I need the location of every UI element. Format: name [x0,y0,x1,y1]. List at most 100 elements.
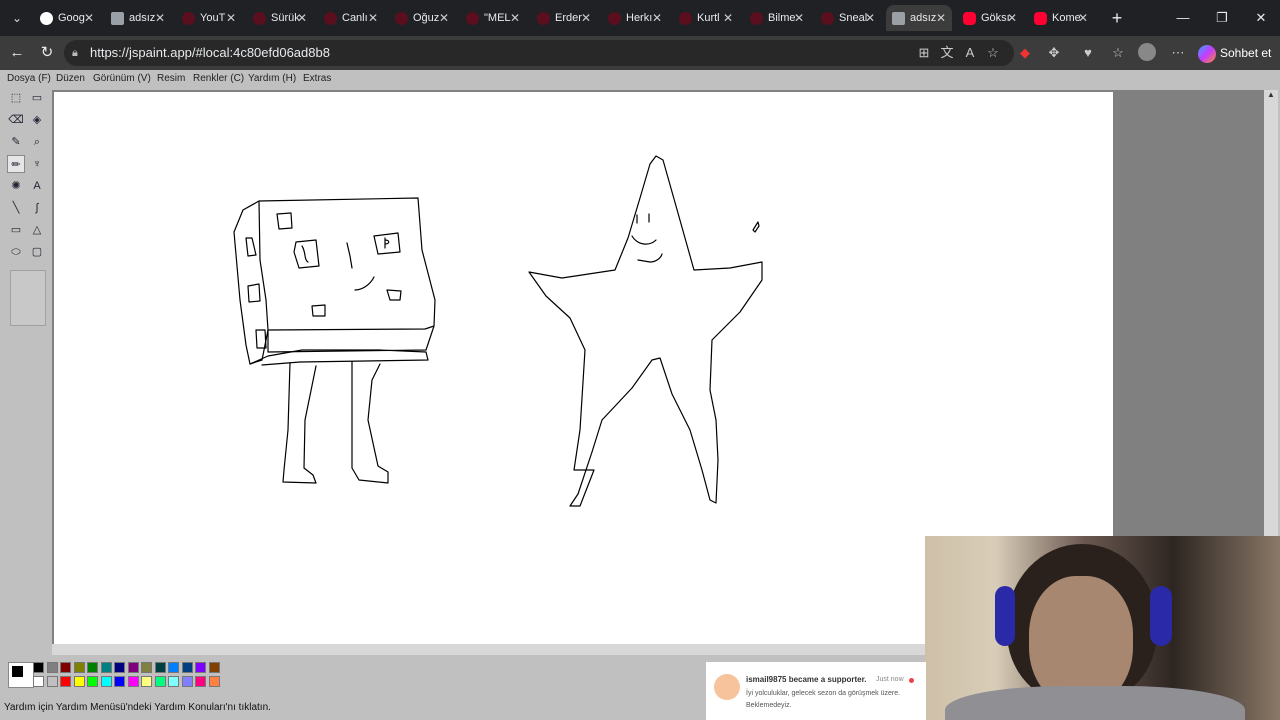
color-swatch[interactable] [33,676,44,687]
browser-tab[interactable]: YouT ✕ [176,5,242,31]
rectangle-icon[interactable]: ▭ [7,221,25,239]
foreground-color[interactable] [12,666,23,677]
color-swatch[interactable] [141,676,152,687]
menu-extras[interactable]: Extras [303,73,331,84]
tab-search-chevron-icon[interactable]: ⌄ [6,8,28,28]
color-swatch[interactable] [87,662,98,673]
color-swatch[interactable] [114,676,125,687]
color-swatch[interactable] [127,662,139,673]
color-swatch[interactable] [114,662,125,673]
extensions-puzzle-icon[interactable]: ✥ [1044,43,1064,63]
text-icon[interactable]: A [28,177,46,195]
close-window-button[interactable]: ✕ [1249,8,1273,28]
color-swatch[interactable] [73,676,85,687]
color-swatch[interactable] [100,662,112,673]
color-swatch[interactable] [181,662,193,673]
new-tab-button[interactable]: + [1107,8,1127,28]
free-form-select-icon[interactable]: ⬚ [7,89,25,107]
menu-file[interactable]: Dosya (F) [7,73,51,84]
restore-button[interactable]: ❐ [1210,8,1234,28]
browser-tab[interactable]: Kome ✕ [1028,5,1094,31]
tool-options-panel[interactable] [10,270,46,326]
color-swatch[interactable] [46,662,58,673]
airbrush-icon[interactable]: ✺ [7,177,25,195]
close-tab-icon[interactable]: ✕ [84,5,94,31]
performance-icon[interactable]: ♥ [1078,43,1098,63]
color-swatch[interactable] [100,676,112,687]
color-swatch[interactable] [87,676,98,687]
translate-icon[interactable]: 文 [937,43,957,63]
scroll-up-icon[interactable]: ▲ [1266,90,1276,100]
eraser-icon[interactable]: ⌫ [7,111,25,129]
extension-icon[interactable]: ◆ [1015,43,1035,63]
browser-tab[interactable]: Goog ✕ [34,5,100,31]
menu-image[interactable]: Resim [157,73,185,84]
copilot-chat-button[interactable]: Sohbet et [1198,41,1274,65]
close-tab-icon[interactable]: ✕ [936,5,946,31]
read-aloud-icon[interactable]: A [960,43,980,63]
close-tab-icon[interactable]: ✕ [226,5,236,31]
close-tab-icon[interactable]: ✕ [510,5,520,31]
color-swatch[interactable] [73,662,85,673]
browser-tab[interactable]: adsız ✕ [105,5,171,31]
browser-tab[interactable]: Sneal ✕ [815,5,881,31]
color-swatch[interactable] [60,662,71,673]
profile-avatar[interactable] [1138,43,1156,61]
color-swatch[interactable] [154,662,166,673]
color-swatch[interactable] [141,662,152,673]
color-swatch[interactable] [168,662,179,673]
menu-edit[interactable]: Düzen [56,73,85,84]
close-tab-icon[interactable]: ✕ [155,5,165,31]
browser-tab[interactable]: Bilme ✕ [744,5,810,31]
brush-icon[interactable]: ♆ [28,155,46,173]
pencil-icon[interactable]: ✏ [7,155,25,173]
site-info-icon[interactable]: 🔒︎ [72,46,84,60]
ellipse-icon[interactable]: ⬭ [7,243,25,261]
magnifier-icon[interactable]: ⌕ [28,133,46,151]
polygon-icon[interactable]: △ [28,221,46,239]
select-icon[interactable]: ▭ [28,89,46,107]
browser-tab[interactable]: Erder ✕ [531,5,597,31]
browser-tab[interactable]: Göksı ✕ [957,5,1023,31]
browser-tab[interactable]: Herkı ✕ [602,5,668,31]
browser-tab[interactable]: "MEL ✕ [460,5,526,31]
back-button[interactable]: ← [7,43,27,63]
color-swatch[interactable] [46,676,58,687]
current-colors[interactable] [8,662,34,688]
close-tab-icon[interactable]: ✕ [368,5,378,31]
color-swatch[interactable] [60,676,71,687]
close-tab-icon[interactable]: ✕ [794,5,804,31]
color-swatch[interactable] [127,676,139,687]
reload-button[interactable]: ↻ [37,43,57,63]
close-tab-icon[interactable]: ✕ [297,5,307,31]
color-swatch[interactable] [208,662,220,673]
close-tab-icon[interactable]: ✕ [1078,5,1088,31]
browser-tab[interactable]: Oğuz ✕ [389,5,455,31]
minimize-button[interactable]: — [1171,8,1195,28]
close-tab-icon[interactable]: ✕ [865,5,875,31]
color-swatch[interactable] [195,676,206,687]
line-icon[interactable]: ╲ [7,199,25,217]
favorites-icon[interactable]: ☆ [1108,43,1128,63]
color-swatch[interactable] [195,662,206,673]
close-tab-icon[interactable]: ✕ [439,5,449,31]
color-swatch[interactable] [33,662,44,673]
color-swatch[interactable] [208,676,220,687]
rounded-rectangle-icon[interactable]: ▢ [28,243,46,261]
app-available-icon[interactable]: ⊞ [914,43,934,63]
browser-tab[interactable]: Canlı ✕ [318,5,384,31]
url-text[interactable]: https://jspaint.app/#local:4c80efd06ad8b… [90,40,330,66]
color-swatch[interactable] [154,676,166,687]
color-picker-icon[interactable]: ✎ [7,133,25,151]
close-tab-icon[interactable]: ✕ [581,5,591,31]
menu-colors[interactable]: Renkler (C) [193,73,244,84]
more-menu-icon[interactable]: ⋯ [1168,43,1188,63]
favorite-star-icon[interactable]: ☆ [983,43,1003,63]
close-tab-icon[interactable]: ✕ [652,5,662,31]
browser-tab[interactable]: Sürük ✕ [247,5,313,31]
color-swatch[interactable] [181,676,193,687]
curve-icon[interactable]: ∫ [28,199,46,217]
menu-view[interactable]: Görünüm (V) [93,73,151,84]
menu-help[interactable]: Yardım (H) [248,73,296,84]
omnibox[interactable]: 🔒︎ https://jspaint.app/#local:4c80efd06a… [64,40,1014,66]
